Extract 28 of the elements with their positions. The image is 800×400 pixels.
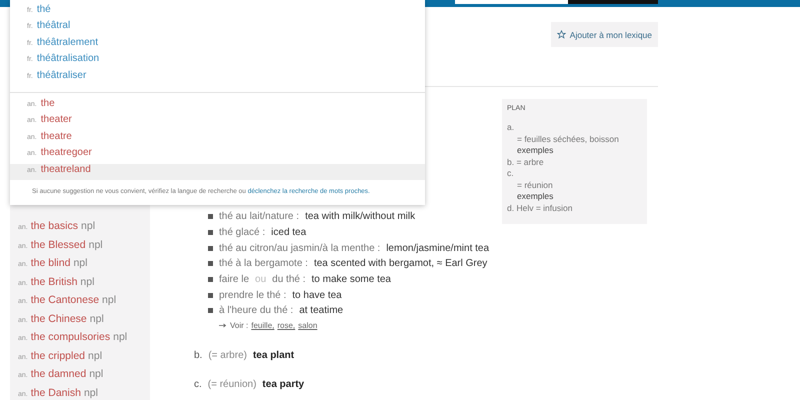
example-line: thé au citron/au jasmin/à la menthe : lemon/jasmine/mint tea — [208, 240, 505, 256]
plan-link[interactable]: exemples — [507, 145, 642, 156]
arrow-icon — [219, 323, 227, 328]
plan-link[interactable]: c. — [507, 168, 642, 180]
example-line: prendre le thé : to have tea — [208, 287, 505, 304]
example-line: thé au lait/nature : tea with milk/without milk — [208, 209, 505, 225]
star-icon — [556, 30, 566, 39]
sense-gloss: (= arbre) — [208, 350, 247, 362]
sense-letter: c. — [194, 379, 202, 390]
see-also-link[interactable]: rose, — [277, 321, 296, 330]
example-line: thé à la bergamote : tea scented with bergamot, ≈ Earl Grey — [208, 256, 505, 272]
plan-link[interactable]: = réunion — [507, 180, 642, 191]
see-also-link[interactable]: salon — [298, 321, 318, 330]
sense-letter: b. — [194, 350, 202, 362]
sense-translation: tea party — [262, 379, 304, 390]
plan-link[interactable]: = feuilles séchées, boisson — [507, 134, 642, 145]
example-line: thé glacé : iced tea — [208, 224, 505, 240]
example-line: faire le ou du thé : to make some tea — [208, 272, 505, 288]
sense-gloss: (= réunion) — [208, 379, 256, 390]
plan-link[interactable]: a. — [507, 122, 642, 134]
plan-link[interactable]: exemples — [507, 191, 642, 202]
example-line: à l'heure du thé : at teatime — [208, 303, 505, 319]
plan-link[interactable]: b. = arbre — [507, 156, 642, 168]
sense-translation: tea plant — [252, 350, 294, 362]
add-to-lexicon-button[interactable]: Ajouter à mon lexique — [550, 22, 658, 47]
plan-link[interactable]: d. Helv = infusion — [507, 202, 642, 214]
see-also-label: Voir : — [230, 321, 248, 330]
see-also-link[interactable]: feuille, — [251, 321, 274, 330]
